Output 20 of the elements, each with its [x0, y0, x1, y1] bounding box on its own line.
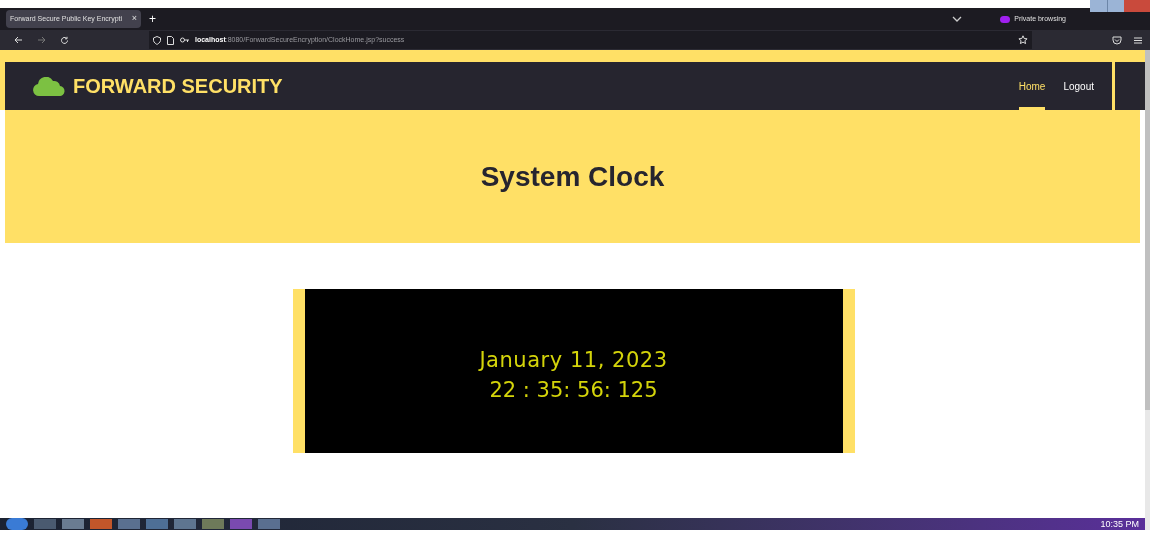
brand-logo-text[interactable]: FORWARD SECURITY	[73, 71, 283, 101]
cloud-icon	[33, 76, 65, 96]
chevron-down-icon[interactable]	[952, 16, 963, 22]
forward-arrow-icon[interactable]	[37, 36, 46, 44]
clock-time: 22 : 35: 56: 125	[489, 377, 658, 404]
star-icon[interactable]	[1018, 35, 1028, 45]
back-arrow-icon[interactable]	[14, 36, 23, 44]
key-icon	[180, 37, 189, 43]
nav-link[interactable]: Logout	[1063, 62, 1094, 110]
reload-icon[interactable]	[60, 35, 69, 45]
clock-date: January 11, 2023	[479, 347, 668, 374]
page-title: System Clock	[480, 159, 665, 194]
page-icon	[167, 35, 174, 45]
menu-icon[interactable]	[1134, 36, 1142, 44]
window-controls[interactable]	[1090, 0, 1150, 12]
pocket-icon[interactable]	[1112, 35, 1122, 45]
shield-icon	[153, 35, 161, 45]
new-tab-button[interactable]: +	[149, 10, 156, 28]
clock-text: 10:35 PM	[1100, 518, 1139, 530]
start-button[interactable]	[6, 518, 28, 530]
